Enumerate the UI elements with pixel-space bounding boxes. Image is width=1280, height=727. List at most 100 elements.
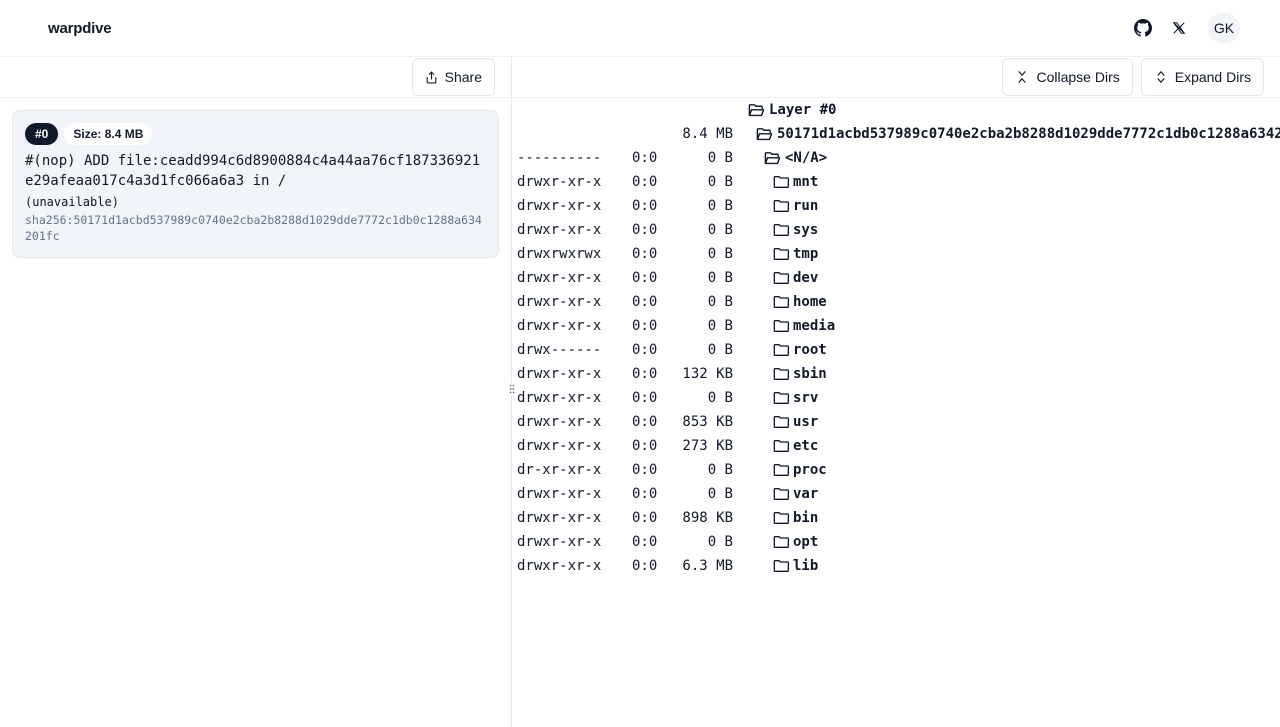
- entry-permissions: drwxr-xr-x: [517, 558, 602, 574]
- entry-owner: 0:0: [632, 294, 658, 310]
- tree-title[interactable]: Layer #0: [748, 102, 836, 118]
- tree-row-root[interactable]: drwx------ 0:0 0 B root: [517, 338, 1280, 362]
- file-tree: Layer #0 8.4 MB 50171d1acbd537989c0740e2…: [517, 98, 1280, 578]
- root-name-label: 50171d1acbd537989c0740e2cba2b8288d1029dd…: [777, 126, 1280, 142]
- layer-index-badge: #0: [25, 123, 59, 145]
- entry-size: 132 KB: [682, 366, 733, 382]
- share-button[interactable]: Share: [411, 58, 495, 96]
- app-brand[interactable]: warpdive: [48, 20, 112, 37]
- entry-owner: 0:0: [632, 438, 658, 454]
- expand-icon: [1157, 71, 1165, 83]
- tree-row-etc[interactable]: drwxr-xr-x 0:0 273 KB etc: [517, 434, 1280, 458]
- folder-open-icon: [764, 151, 781, 164]
- entry-size: 0 B: [707, 294, 733, 310]
- tree-row-sys[interactable]: drwxr-xr-x 0:0 0 B sys: [517, 218, 1280, 242]
- entry-size: 0 B: [707, 222, 733, 238]
- na-name: <N/A>: [764, 150, 827, 166]
- layers-toolbar: Share: [0, 57, 511, 98]
- collapse-dirs-label: Collapse Dirs: [1036, 69, 1120, 85]
- entry-permissions: drwxrwxrwx: [517, 246, 602, 262]
- layer-command: #(nop) ADD file:ceadd994c6d8900884c4a44a…: [25, 153, 481, 189]
- layer-badges: #0 Size: 8.4 MB: [25, 123, 486, 145]
- tree-row-var[interactable]: drwxr-xr-x 0:0 0 B var: [517, 482, 1280, 506]
- entry-name-label: dev: [793, 270, 819, 286]
- tree-row-dev[interactable]: drwxr-xr-x 0:0 0 B dev: [517, 266, 1280, 290]
- collapse-dirs-button[interactable]: Collapse Dirs: [1002, 58, 1133, 96]
- entry-name-label: lib: [793, 558, 819, 574]
- folder-icon: [773, 536, 789, 548]
- na-size: 0 B: [707, 150, 733, 166]
- entry-permissions: drwxr-xr-x: [517, 390, 602, 406]
- entry-owner: 0:0: [632, 198, 658, 214]
- folder-icon: [773, 439, 789, 452]
- entry-name: tmp: [773, 246, 818, 262]
- entry-name: var: [773, 486, 818, 502]
- layer-size-badge: Size: 8.4 MB: [64, 123, 153, 145]
- github-icon[interactable]: [1132, 17, 1154, 39]
- entry-permissions: drwx------: [517, 342, 602, 358]
- share-icon: [426, 71, 437, 83]
- entry-permissions: drwxr-xr-x: [517, 222, 602, 238]
- entry-permissions: drwxr-xr-x: [517, 174, 602, 190]
- tree-entries: drwxr-xr-x 0:0 0 B mnt drwxr-xr-x 0:0 0 B run dr…: [517, 170, 1280, 578]
- entry-size: 0 B: [707, 174, 733, 190]
- entry-permissions: drwxr-xr-x: [517, 198, 602, 214]
- folder-icon: [773, 415, 789, 428]
- entry-permissions: dr-xr-xr-x: [517, 462, 602, 478]
- tree-row-mnt[interactable]: drwxr-xr-x 0:0 0 B mnt: [517, 170, 1280, 194]
- tree-row-bin[interactable]: drwxr-xr-x 0:0 898 KB bin: [517, 506, 1280, 530]
- folder-icon: [773, 343, 789, 356]
- entry-permissions: drwxr-xr-x: [517, 294, 602, 310]
- entry-name-label: run: [793, 198, 819, 214]
- entry-permissions: drwxr-xr-x: [517, 534, 602, 550]
- entry-name: opt: [773, 534, 818, 550]
- entry-name-label: root: [793, 342, 827, 358]
- entry-name: dev: [773, 270, 818, 286]
- tree-row-tmp[interactable]: drwxrwxrwx 0:0 0 B tmp: [517, 242, 1280, 266]
- tree-row-lib[interactable]: drwxr-xr-x 0:0 6.3 MB lib: [517, 554, 1280, 578]
- entry-owner: 0:0: [632, 270, 658, 286]
- tree-row-proc[interactable]: dr-xr-xr-x 0:0 0 B proc: [517, 458, 1280, 482]
- entry-owner: 0:0: [632, 174, 658, 190]
- tree-row-sbin[interactable]: drwxr-xr-x 0:0 132 KB sbin: [517, 362, 1280, 386]
- folder-icon: [773, 487, 789, 500]
- share-label: Share: [444, 69, 482, 85]
- tree-root-row[interactable]: 8.4 MB 50171d1acbd537989c0740e2cba2b8288…: [517, 122, 1280, 146]
- entry-owner: 0:0: [632, 510, 658, 526]
- entry-name-label: media: [793, 318, 836, 334]
- entry-owner: 0:0: [632, 246, 658, 262]
- entry-name-label: home: [793, 294, 827, 310]
- entry-name-label: usr: [793, 414, 819, 430]
- entry-name-label: mnt: [793, 174, 819, 190]
- tree-row-run[interactable]: drwxr-xr-x 0:0 0 B run: [517, 194, 1280, 218]
- expand-dirs-button[interactable]: Expand Dirs: [1140, 58, 1264, 96]
- entry-name: sbin: [773, 366, 827, 382]
- x-icon[interactable]: [1168, 17, 1190, 39]
- entry-name: proc: [773, 462, 827, 478]
- entry-name: mnt: [773, 174, 818, 190]
- tree-row-media[interactable]: drwxr-xr-x 0:0 0 B media: [517, 314, 1280, 338]
- entry-name: bin: [773, 510, 818, 526]
- entry-permissions: drwxr-xr-x: [517, 318, 602, 334]
- entry-owner: 0:0: [632, 534, 658, 550]
- folder-icon: [773, 224, 789, 236]
- tree-row-usr[interactable]: drwxr-xr-x 0:0 853 KB usr: [517, 410, 1280, 434]
- entry-name-label: proc: [793, 462, 827, 478]
- layer-card[interactable]: #0 Size: 8.4 MB #(nop) ADD file:ceadd994…: [12, 110, 499, 258]
- folder-icon: [773, 248, 789, 261]
- entry-name-label: var: [793, 486, 819, 502]
- tree-na-row[interactable]: ---------- 0:0 0 B <N/A>: [517, 146, 1280, 170]
- entry-permissions: drwxr-xr-x: [517, 510, 602, 526]
- entry-permissions: drwxr-xr-x: [517, 414, 602, 430]
- tree-row-srv[interactable]: drwxr-xr-x 0:0 0 B srv: [517, 386, 1280, 410]
- folder-icon: [773, 176, 789, 188]
- folder-icon: [773, 391, 789, 404]
- tree-row-opt[interactable]: drwxr-xr-x 0:0 0 B opt: [517, 530, 1280, 554]
- root-size: 8.4 MB: [682, 126, 733, 142]
- user-avatar[interactable]: GK: [1208, 12, 1240, 44]
- tree-row-home[interactable]: drwxr-xr-x 0:0 0 B home: [517, 290, 1280, 314]
- entry-owner: 0:0: [632, 414, 658, 430]
- entry-size: 0 B: [707, 246, 733, 262]
- folder-open-icon: [756, 127, 773, 140]
- entry-owner: 0:0: [632, 318, 658, 334]
